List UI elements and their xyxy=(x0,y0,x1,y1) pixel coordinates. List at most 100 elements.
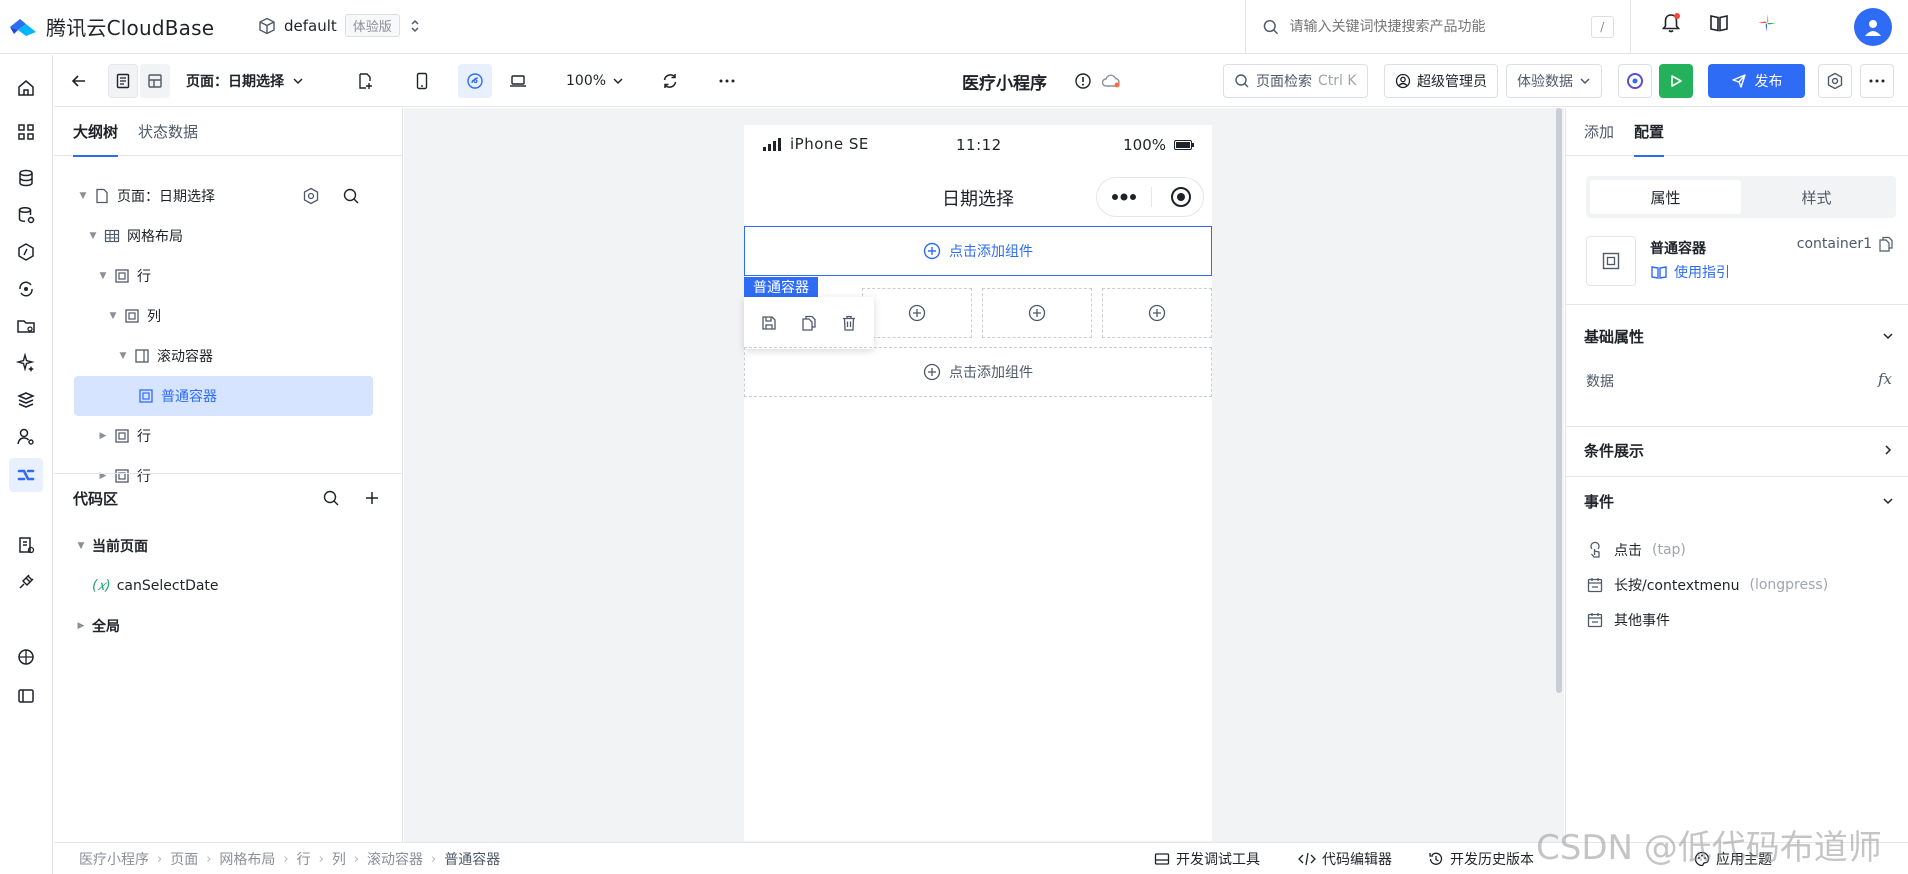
rail-apps[interactable] xyxy=(9,115,43,149)
run-button[interactable] xyxy=(1659,64,1693,98)
rail-ai[interactable] xyxy=(9,346,43,380)
rail-functions[interactable] xyxy=(9,235,43,269)
more-actions-button[interactable] xyxy=(1860,64,1894,98)
rail-home[interactable] xyxy=(9,71,43,105)
page-settings-icon[interactable] xyxy=(302,187,320,205)
conditional-header[interactable]: 条件展示 xyxy=(1584,440,1894,460)
breadcrumb-item[interactable]: 页面 xyxy=(170,849,198,869)
fx-binding-icon[interactable]: fx xyxy=(1878,370,1892,388)
device-desktop-button[interactable] xyxy=(503,64,533,98)
app-settings-button[interactable] xyxy=(1818,64,1852,98)
role-button[interactable]: 超级管理员 xyxy=(1384,64,1498,98)
publish-button[interactable]: 发布 xyxy=(1708,64,1805,98)
more-button[interactable] xyxy=(712,64,742,98)
tab-add[interactable]: 添加 xyxy=(1584,108,1614,156)
code-editor-button[interactable]: 代码编辑器 xyxy=(1298,849,1392,869)
dev-debug-tool-button[interactable]: 开发调试工具 xyxy=(1154,849,1260,869)
rail-identity[interactable] xyxy=(9,420,43,454)
container-icon xyxy=(115,269,129,283)
rail-workflow[interactable] xyxy=(9,272,43,306)
code-current-page[interactable]: ▼ 当前页面 xyxy=(54,526,403,566)
tree-node-grid-layout[interactable]: ▼ 网格布局 xyxy=(54,216,403,256)
copy-icon[interactable] xyxy=(800,314,818,332)
add-component-slot-bottom[interactable]: 点击添加组件 xyxy=(744,347,1212,397)
tree-node-container-selected[interactable]: 普通容器 xyxy=(74,376,373,416)
breadcrumb-item[interactable]: 网格布局 xyxy=(219,849,275,869)
tab-config[interactable]: 配置 xyxy=(1634,108,1665,157)
tab-state-data[interactable]: 状态数据 xyxy=(138,108,198,156)
rail-datasource[interactable] xyxy=(9,198,43,232)
rail-lowcode[interactable] xyxy=(9,458,43,492)
breadcrumb-item[interactable]: 滚动容器 xyxy=(367,849,423,869)
plus-icon[interactable] xyxy=(364,490,380,506)
breadcrumb-separator: › xyxy=(431,851,437,867)
breadcrumb-item-current[interactable]: 普通容器 xyxy=(444,849,500,869)
book-icon[interactable] xyxy=(1708,12,1730,34)
scroll-container-icon xyxy=(135,349,149,363)
copy-icon[interactable] xyxy=(1878,236,1894,252)
code-editor-label: 代码编辑器 xyxy=(1322,852,1392,868)
new-page-button[interactable] xyxy=(350,64,380,98)
app-theme-button[interactable]: 应用主题 xyxy=(1694,849,1772,869)
rail-storage[interactable] xyxy=(9,309,43,343)
tree-node-page[interactable]: ▼ 页面：日期选择 xyxy=(54,176,403,216)
seg-tab-styles[interactable]: 样式 xyxy=(1741,180,1892,214)
grid-cell-slot[interactable] xyxy=(982,288,1092,338)
trash-icon[interactable] xyxy=(840,314,858,332)
event-tap[interactable]: 点击 (tap) xyxy=(1586,539,1686,561)
layout-button[interactable] xyxy=(140,64,170,98)
capsule-menu[interactable] xyxy=(1096,177,1204,217)
app-info-button[interactable] xyxy=(1070,64,1096,98)
page-selector[interactable]: 页面：日期选择 xyxy=(186,64,304,98)
preview-button[interactable] xyxy=(1618,64,1652,98)
breadcrumb-item[interactable]: 医疗小程序 xyxy=(79,849,149,869)
search-icon[interactable] xyxy=(322,489,340,507)
grid-cell-slot[interactable] xyxy=(1102,288,1212,338)
rail-database[interactable] xyxy=(9,161,43,195)
tab-outline-tree[interactable]: 大纲树 xyxy=(73,108,119,157)
usage-guide-link[interactable]: 使用指引 xyxy=(1650,262,1730,282)
sync-status-button[interactable] xyxy=(1098,64,1124,98)
canvas-scrollbar[interactable] xyxy=(1556,108,1562,693)
tree-node-row[interactable]: ▶ 行 xyxy=(54,416,403,456)
rail-hosting[interactable] xyxy=(9,383,43,417)
page-list-button[interactable] xyxy=(108,64,138,98)
page-search-button[interactable]: 页面检索 Ctrl K xyxy=(1223,64,1368,98)
env-switcher[interactable]: default 体验版 xyxy=(258,14,422,37)
refresh-button[interactable] xyxy=(655,64,685,98)
seg-tab-properties[interactable]: 属性 xyxy=(1590,180,1741,214)
device-mobile-button[interactable] xyxy=(407,64,437,98)
code-global[interactable]: ▶ 全局 xyxy=(54,606,403,646)
event-longpress[interactable]: 长按/contextmenu (longpress) xyxy=(1586,574,1828,596)
history-version-button[interactable]: 开发历史版本 xyxy=(1428,849,1534,869)
tree-node-column[interactable]: ▼ 列 xyxy=(54,296,403,336)
basic-props-header[interactable]: 基础属性 xyxy=(1584,326,1894,346)
brand-logo[interactable]: 腾讯云CloudBase xyxy=(8,12,214,41)
rail-settings[interactable] xyxy=(9,640,43,674)
events-header[interactable]: 事件 xyxy=(1584,491,1894,511)
save-icon[interactable] xyxy=(760,314,778,332)
global-search-input[interactable] xyxy=(1289,19,1581,35)
grid-cell-slot[interactable] xyxy=(862,288,972,338)
tree-node-row[interactable]: ▼ 行 xyxy=(54,256,403,296)
add-component-slot-top[interactable]: 点击添加组件 xyxy=(744,226,1212,276)
breadcrumb-item[interactable]: 列 xyxy=(332,849,346,869)
breadcrumb-item[interactable]: 行 xyxy=(297,849,311,869)
selected-component-tag[interactable]: 普通容器 xyxy=(744,277,818,297)
notification-button[interactable] xyxy=(1660,12,1682,34)
device-miniprogram-button[interactable] xyxy=(458,64,492,98)
back-button[interactable] xyxy=(64,64,94,98)
zoom-selector[interactable]: 100% xyxy=(566,64,624,98)
rail-collapse[interactable] xyxy=(9,679,43,713)
user-avatar[interactable] xyxy=(1854,8,1892,46)
ai-assistant-icon[interactable] xyxy=(1756,12,1778,34)
data-mode-selector[interactable]: 体验数据 xyxy=(1506,64,1602,98)
event-other[interactable]: 其他事件 xyxy=(1586,609,1670,631)
tree-node-scroll-container[interactable]: ▼ 滚动容器 xyxy=(54,336,403,376)
global-search[interactable]: / xyxy=(1245,0,1631,54)
rail-extensions[interactable] xyxy=(9,565,43,599)
tree-search-icon[interactable] xyxy=(342,187,360,205)
events-title: 事件 xyxy=(1584,492,1615,511)
code-variable-item[interactable]: (𝑥) canSelectDate xyxy=(54,566,403,606)
rail-logs[interactable] xyxy=(9,528,43,562)
